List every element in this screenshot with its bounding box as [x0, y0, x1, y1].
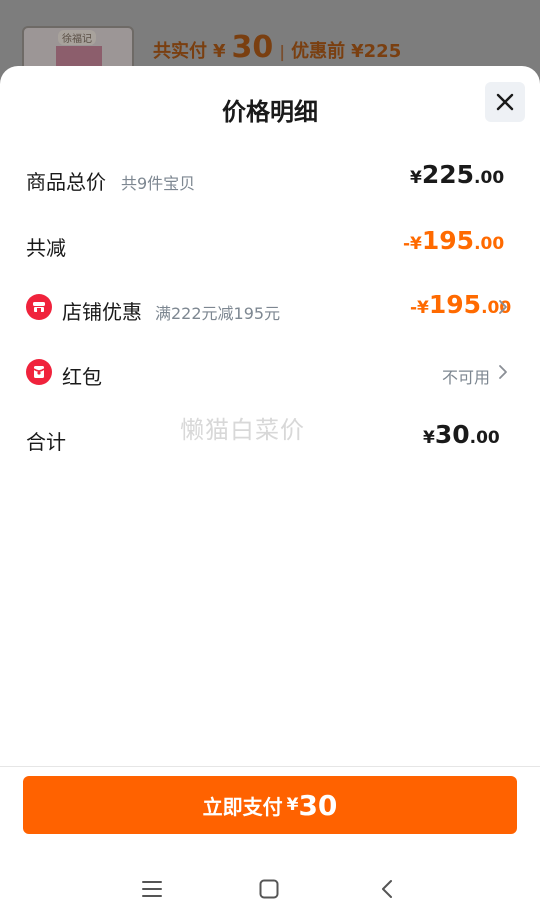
- back-button[interactable]: [372, 874, 402, 904]
- row-label: 店铺优惠: [62, 300, 142, 324]
- menu-button[interactable]: [137, 874, 167, 904]
- shop-discount-icon: [26, 294, 52, 320]
- chevron-right-icon: [499, 300, 507, 314]
- home-button[interactable]: [254, 874, 284, 904]
- total-discount-amount: -¥195.00: [403, 226, 505, 255]
- watermark: 懒猫白菜价: [180, 416, 305, 444]
- red-packet-icon: [26, 359, 52, 385]
- red-packet-status: 不可用: [442, 368, 491, 387]
- home-icon: [259, 879, 279, 899]
- back-icon: [382, 880, 392, 898]
- item-count: 共9件宝贝: [121, 174, 196, 193]
- row-label: 合计: [26, 430, 66, 454]
- row-label: 红包: [62, 365, 102, 389]
- grand-total-amount: ¥30.00: [423, 420, 500, 449]
- pay-now-button[interactable]: 立即支付 ¥ 30: [23, 776, 517, 834]
- divider: [0, 766, 540, 767]
- red-packet-row[interactable]: 红包 不可用: [0, 353, 540, 393]
- menu-icon: [142, 881, 162, 897]
- close-button[interactable]: [485, 82, 525, 122]
- order-summary: 共实付 ¥ 30 | 优惠前 ¥225: [153, 30, 402, 65]
- system-nav-bar: [0, 856, 540, 920]
- sheet-title: 价格明细: [222, 98, 318, 126]
- row-label: 商品总价: [26, 170, 106, 194]
- chevron-right-icon: [499, 365, 507, 379]
- close-icon: [496, 93, 514, 111]
- total-price-amount: ¥225.00: [410, 160, 505, 189]
- shop-discount-row[interactable]: 店铺优惠 满222元减195元 -¥195.00: [0, 288, 540, 328]
- price-detail-sheet: 价格明细 商品总价 共9件宝贝 ¥225.00 共减 -¥195.00 店铺优惠…: [0, 66, 540, 920]
- discount-rule: 满222元减195元: [155, 304, 281, 323]
- total-price-row: 商品总价 共9件宝贝 ¥225.00: [0, 158, 540, 198]
- row-label: 共减: [26, 236, 66, 260]
- total-discount-row: 共减 -¥195.00: [0, 224, 540, 264]
- brand-label: 徐福记: [58, 30, 96, 45]
